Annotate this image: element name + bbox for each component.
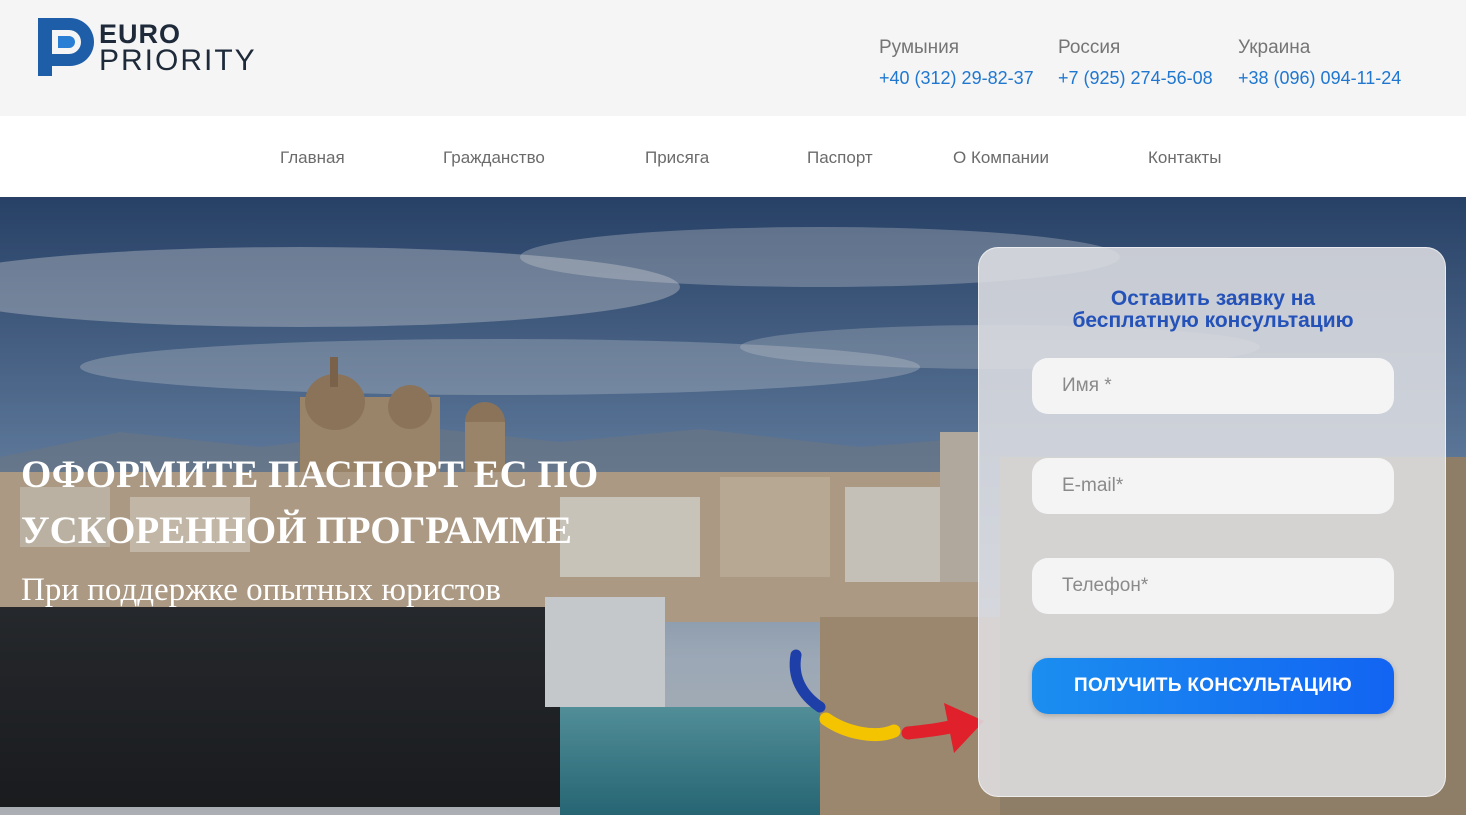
logo-mark-icon	[38, 18, 94, 76]
contact-country: Украина	[1238, 37, 1311, 58]
hero-subtitle: При поддержке опытных юристов	[21, 572, 501, 608]
nav-item-oath[interactable]: Присяга	[645, 147, 709, 169]
main-nav: Главная Гражданство Присяга Паспорт О Ко…	[0, 116, 1466, 197]
nav-item-citizenship[interactable]: Гражданство	[443, 147, 545, 169]
contact-romania: Румыния +40 (312) 29-82-37	[879, 36, 1034, 90]
hero-section: ОФОРМИТЕ ПАСПОРТ ЕС ПО УСКОРЕННОЙ ПРОГРА…	[0, 197, 1466, 815]
contact-phone-link[interactable]: +7 (925) 274-56-08	[1058, 66, 1213, 90]
logo-priority-text: PRIORITY	[99, 44, 257, 77]
nav-item-passport[interactable]: Паспорт	[807, 147, 873, 169]
contact-country: Румыния	[879, 37, 960, 58]
consultation-form: Оставить заявку на бесплатную консультац…	[978, 247, 1446, 797]
name-input[interactable]	[1032, 358, 1394, 414]
decorative-arrow-icon	[789, 649, 984, 753]
nav-item-about[interactable]: О Компании	[953, 147, 1049, 169]
hero-title-line: УСКОРЕННОЙ ПРОГРАММЕ	[21, 509, 573, 552]
contact-phone-link[interactable]: +38 (096) 094-11-24	[1238, 66, 1401, 90]
form-title: Оставить заявку на бесплатную консультац…	[979, 288, 1447, 332]
hero-title: ОФОРМИТЕ ПАСПОРТ ЕС ПО УСКОРЕННОЙ ПРОГРА…	[21, 447, 741, 559]
contact-phone-link[interactable]: +40 (312) 29-82-37	[879, 66, 1034, 90]
nav-item-contacts[interactable]: Контакты	[1148, 147, 1221, 169]
email-input[interactable]	[1032, 458, 1394, 514]
brand-logo[interactable]: EURO PRIORITY	[38, 18, 278, 78]
nav-item-home[interactable]: Главная	[280, 147, 345, 169]
contact-russia: Россия +7 (925) 274-56-08	[1058, 36, 1213, 90]
contact-country: Россия	[1058, 37, 1121, 58]
contact-ukraine: Украина +38 (096) 094-11-24	[1238, 36, 1401, 90]
hero-title-line: ОФОРМИТЕ ПАСПОРТ ЕС ПО	[21, 453, 599, 496]
form-title-line: Оставить заявку на	[1110, 287, 1316, 310]
get-consultation-button[interactable]: ПОЛУЧИТЬ КОНСУЛЬТАЦИЮ	[1032, 658, 1394, 714]
form-title-line: бесплатную консультацию	[1072, 309, 1354, 332]
top-header: EURO PRIORITY Румыния +40 (312) 29-82-37…	[0, 0, 1466, 116]
phone-input[interactable]	[1032, 558, 1394, 614]
